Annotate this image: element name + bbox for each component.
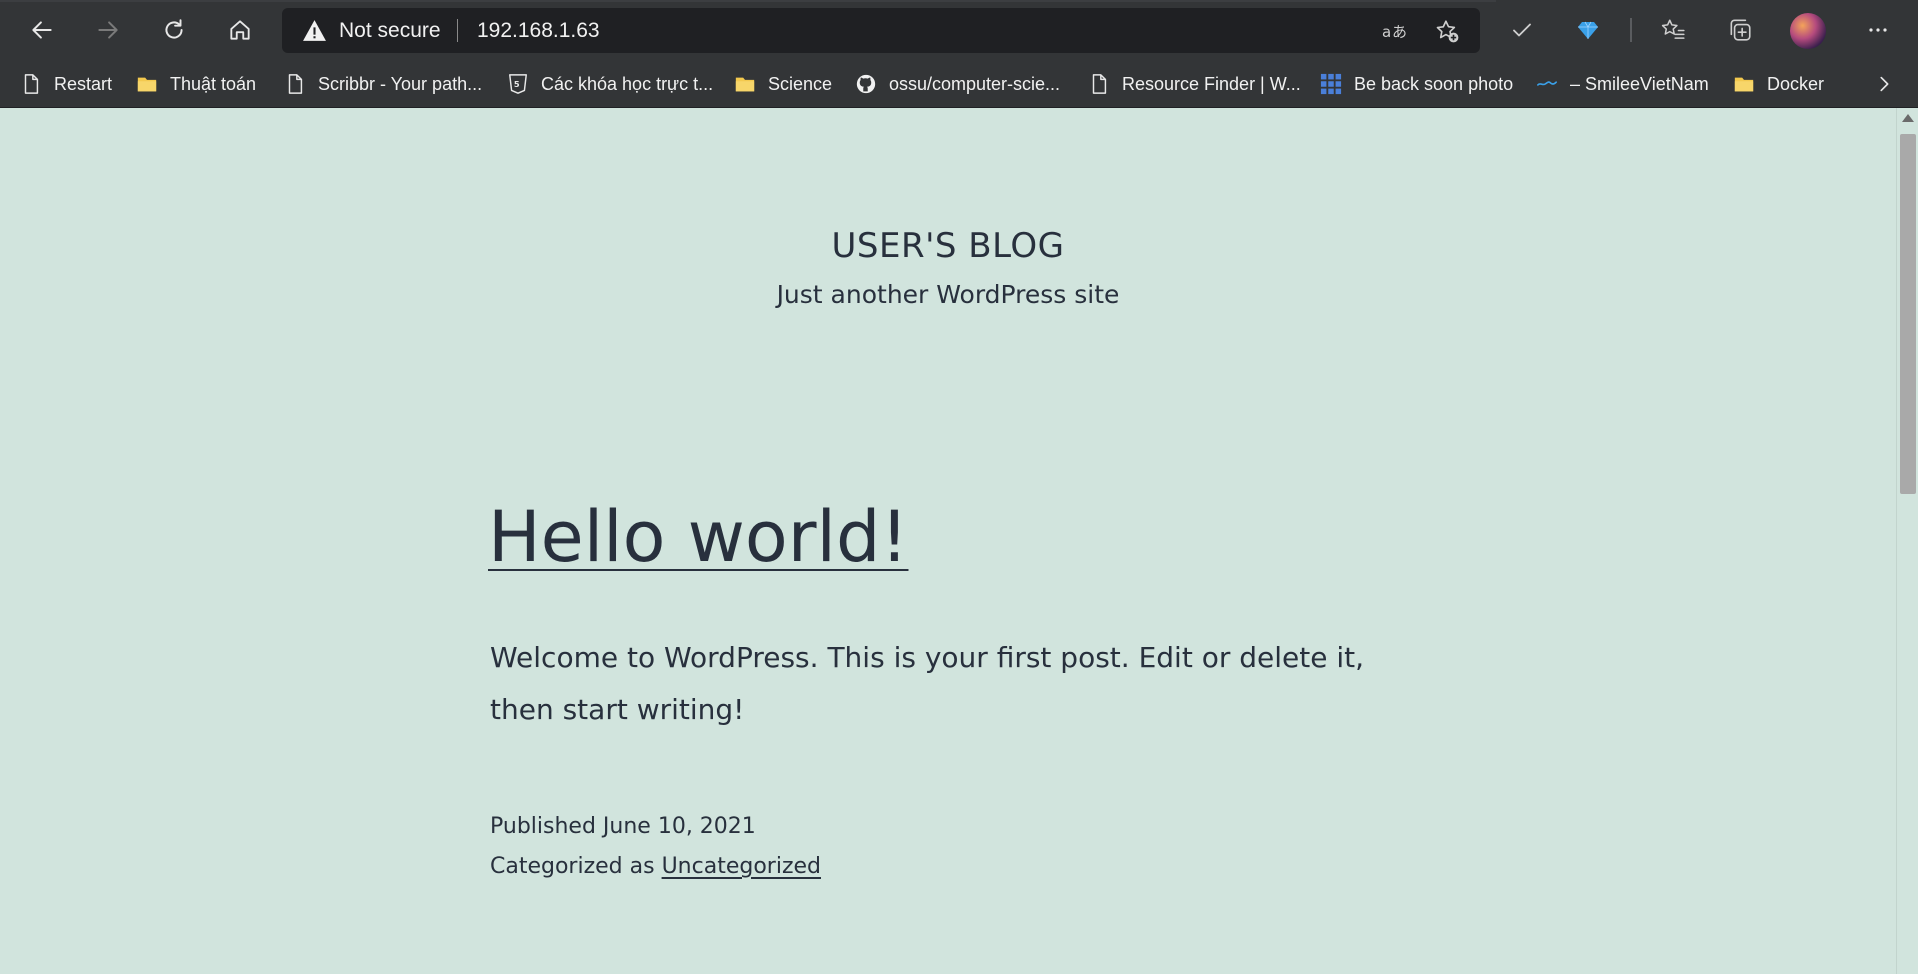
site-description: Just another WordPress site	[776, 280, 1120, 309]
collections-icon	[1730, 19, 1751, 41]
add-favorite-button[interactable]	[1432, 16, 1462, 46]
address-bar[interactable]: Not secure 192.168.1.63 aあ	[282, 8, 1480, 53]
collections-button[interactable]	[1722, 12, 1758, 48]
bookmarks-bar: Restart Thuật toán Scribbr - Your path..…	[0, 60, 1918, 108]
published-date: June 10, 2021	[602, 814, 756, 839]
refresh-button[interactable]	[154, 10, 194, 50]
github-icon	[856, 74, 876, 94]
category-prefix: Categorized as	[490, 854, 655, 879]
more-dots-icon	[1869, 28, 1887, 32]
bookmark-smileevietnam[interactable]: – SmileeVietNam	[1536, 68, 1709, 100]
page-icon	[288, 74, 303, 94]
bookmark-restart[interactable]: Restart	[20, 68, 112, 100]
published-prefix: Published	[490, 814, 596, 839]
bookmark-resource-finder[interactable]: Resource Finder | W...	[1088, 68, 1301, 100]
toolbar-divider	[1630, 18, 1632, 42]
page-viewport: USER'S BLOG Just another WordPress site …	[0, 108, 1896, 974]
scrollbar-thumb[interactable]	[1900, 134, 1916, 494]
folder-icon	[735, 77, 755, 92]
site-logo-icon	[1537, 81, 1557, 86]
post-excerpt: Welcome to WordPress. This is your first…	[490, 641, 1365, 726]
bookmark-label: Be back soon photo	[1354, 73, 1514, 94]
back-button[interactable]	[22, 10, 62, 50]
bookmark-khoa-hoc[interactable]: 5 Các khóa học trực t...	[507, 68, 713, 100]
warning-icon[interactable]	[302, 18, 327, 43]
extension-check-button[interactable]	[1504, 12, 1540, 48]
folder-icon	[1734, 77, 1754, 92]
home-button[interactable]	[220, 10, 260, 50]
html-badge-icon: 5	[509, 74, 527, 94]
bookmark-docker[interactable]: Docker	[1733, 68, 1824, 100]
checkmark-icon	[1513, 23, 1531, 37]
chevron-right-icon	[1880, 76, 1889, 92]
translate-icon: aあ	[1382, 23, 1407, 41]
bookmark-label: – SmileeVietNam	[1570, 73, 1709, 94]
bookmark-science[interactable]: Science	[734, 68, 832, 100]
grid-icon	[1320, 73, 1342, 95]
bookmark-scribbr[interactable]: Scribbr - Your path...	[284, 68, 482, 100]
favorites-list-icon	[1661, 19, 1685, 39]
browser-toolbar: Not secure 192.168.1.63 aあ	[0, 0, 1918, 60]
bookmark-label: Resource Finder | W...	[1122, 73, 1301, 94]
page-icon	[24, 74, 39, 94]
post-published-meta: Published June 10, 2021	[490, 814, 756, 839]
arrow-right-icon	[98, 21, 118, 39]
favorites-button[interactable]	[1655, 12, 1691, 48]
bookmark-label: ossu/computer-scie...	[889, 73, 1061, 94]
more-bookmarks-button[interactable]	[1870, 70, 1898, 98]
svg-text:a: a	[1382, 23, 1391, 41]
vertical-scrollbar[interactable]	[1896, 108, 1918, 974]
svg-text:5: 5	[514, 79, 520, 89]
bookmark-label: Các khóa học trực t...	[541, 73, 714, 94]
star-add-icon	[1436, 20, 1459, 43]
security-label[interactable]: Not secure	[339, 19, 441, 43]
category-link[interactable]: Uncategorized	[662, 854, 821, 879]
folder-icon	[137, 77, 157, 92]
tab-strip-edge	[0, 0, 1496, 2]
bookmark-label: Docker	[1767, 73, 1825, 94]
extension-gem-button[interactable]	[1570, 12, 1606, 48]
page-icon	[1092, 74, 1107, 94]
settings-more-button[interactable]	[1860, 12, 1896, 48]
arrow-left-icon	[32, 21, 52, 39]
bookmark-label: Thuật toán	[170, 73, 257, 94]
refresh-icon	[165, 19, 183, 39]
url-text[interactable]: 192.168.1.63	[477, 19, 600, 43]
site-title[interactable]: USER'S BLOG	[0, 226, 1896, 266]
scroll-up-arrow-icon[interactable]	[1902, 114, 1914, 122]
bookmark-label: Science	[768, 73, 833, 94]
profile-avatar[interactable]	[1790, 13, 1826, 49]
bookmark-ossu[interactable]: ossu/computer-scie...	[855, 68, 1060, 100]
bookmark-label: Restart	[54, 73, 113, 94]
read-aloud-translate-button[interactable]: aあ	[1380, 16, 1410, 46]
svg-text:あ: あ	[1392, 23, 1407, 41]
bookmark-be-back-soon[interactable]: Be back soon photo	[1320, 68, 1513, 100]
post-category-meta: Categorized as Uncategorized	[490, 854, 821, 879]
home-icon	[230, 20, 250, 40]
diamond-icon	[1578, 21, 1598, 39]
post-title-link[interactable]: Hello world!	[488, 496, 908, 578]
bookmark-label: Scribbr - Your path...	[318, 73, 483, 94]
address-divider	[457, 19, 458, 42]
bookmark-thuat-toan[interactable]: Thuật toán	[136, 68, 256, 100]
forward-button[interactable]	[88, 10, 128, 50]
